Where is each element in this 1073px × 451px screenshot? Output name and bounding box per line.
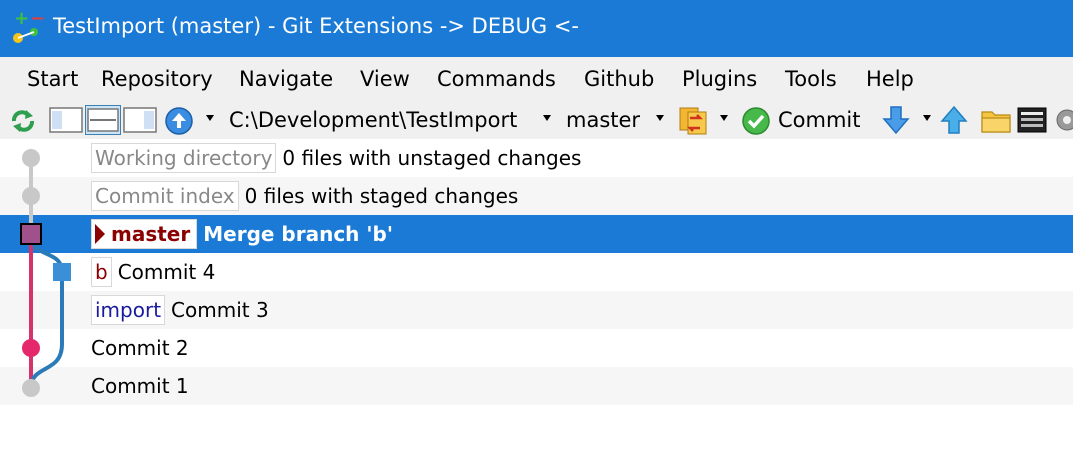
commit-message: Merge branch 'b' bbox=[203, 222, 393, 246]
pull-icon[interactable] bbox=[882, 105, 910, 135]
commit-message: 0 files with unstaged changes bbox=[282, 146, 582, 170]
branch-dropdown-icon[interactable] bbox=[656, 115, 664, 121]
current-branch-arrow-icon bbox=[95, 224, 105, 244]
menu-commands[interactable]: Commands bbox=[437, 67, 556, 91]
commit-message: Commit 2 bbox=[91, 336, 189, 360]
menu-help[interactable]: Help bbox=[866, 67, 914, 91]
commit-message: Commit 4 bbox=[117, 260, 216, 284]
commit-button[interactable]: Commit bbox=[778, 108, 861, 132]
commit-message: Commit 3 bbox=[171, 298, 269, 322]
repository-path[interactable]: C:\Development\TestImport bbox=[229, 108, 517, 132]
branches-icon[interactable] bbox=[678, 104, 710, 136]
commit-message: Commit 1 bbox=[91, 374, 189, 398]
dashboard-icon[interactable] bbox=[164, 106, 194, 136]
branch-selector[interactable]: master bbox=[566, 108, 640, 132]
revision-row[interactable]: Commit index 0 files with staged changes bbox=[0, 177, 1073, 215]
menu-plugins[interactable]: Plugins bbox=[682, 67, 757, 91]
menu-bar: Start Repository Navigate View Commands … bbox=[0, 57, 1073, 101]
commit-message: 0 files with staged changes bbox=[244, 184, 519, 208]
refresh-icon[interactable] bbox=[8, 107, 38, 135]
commit-check-icon[interactable] bbox=[741, 106, 771, 136]
push-icon[interactable] bbox=[940, 105, 968, 135]
menu-tools[interactable]: Tools bbox=[785, 67, 837, 91]
menu-view[interactable]: View bbox=[360, 67, 410, 91]
revision-row[interactable]: import Commit 3 bbox=[0, 291, 1073, 329]
branches-dropdown-icon[interactable] bbox=[720, 115, 728, 121]
revision-row[interactable]: Working directory 0 files with unstaged … bbox=[0, 139, 1073, 177]
revision-grid[interactable]: Working directory 0 files with unstaged … bbox=[0, 139, 1073, 451]
layout-middle-icon[interactable] bbox=[85, 105, 121, 135]
revision-row-selected[interactable]: master Merge branch 'b' bbox=[0, 215, 1073, 253]
pull-dropdown-icon[interactable] bbox=[923, 115, 931, 121]
title-bar: + − TestImport (master) - Git Extensions… bbox=[0, 0, 1073, 57]
layout-left-icon[interactable] bbox=[49, 107, 83, 133]
menu-repository[interactable]: Repository bbox=[101, 67, 213, 91]
path-dropdown-icon[interactable] bbox=[543, 115, 551, 121]
svg-text:+: + bbox=[14, 8, 29, 29]
console-icon[interactable] bbox=[1017, 106, 1047, 134]
commit-index-tag: Commit index bbox=[91, 181, 239, 211]
dashboard-dropdown-icon[interactable] bbox=[206, 115, 214, 121]
revision-row[interactable]: Commit 2 bbox=[0, 329, 1073, 367]
svg-text:−: − bbox=[30, 8, 45, 29]
branch-tag-master[interactable]: master bbox=[91, 219, 198, 249]
git-extensions-icon: + − bbox=[4, 8, 48, 48]
branch-tag-import[interactable]: import bbox=[91, 295, 166, 325]
window-title: TestImport (master) - Git Extensions -> … bbox=[53, 14, 580, 38]
revision-row[interactable]: b Commit 4 bbox=[0, 253, 1073, 291]
settings-icon[interactable] bbox=[1053, 106, 1073, 134]
menu-navigate[interactable]: Navigate bbox=[239, 67, 333, 91]
branch-tag-b[interactable]: b bbox=[91, 257, 112, 287]
toolbar: C:\Development\TestImport master Commit bbox=[0, 101, 1073, 139]
folder-icon[interactable] bbox=[980, 106, 1012, 134]
working-directory-tag: Working directory bbox=[91, 143, 277, 173]
layout-right-icon[interactable] bbox=[123, 107, 157, 133]
menu-start[interactable]: Start bbox=[27, 67, 78, 91]
menu-github[interactable]: Github bbox=[584, 67, 654, 91]
revision-row[interactable]: Commit 1 bbox=[0, 367, 1073, 405]
branch-tag-label: master bbox=[111, 222, 191, 246]
